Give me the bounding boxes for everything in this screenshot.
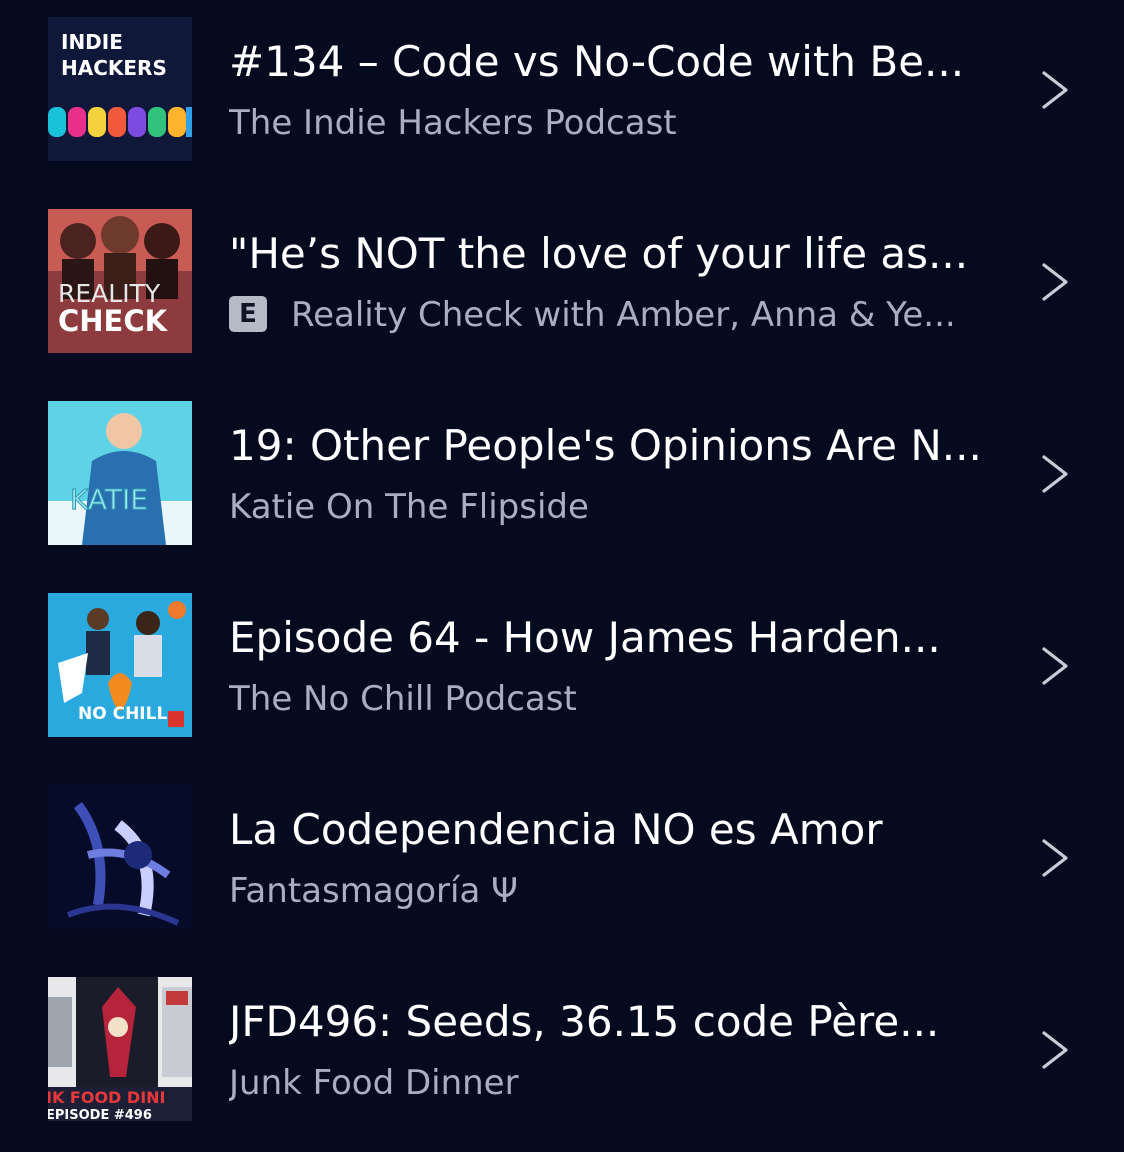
episode-row[interactable]: La Codependencia NO es Amor Fantasmagorí… — [0, 768, 1124, 960]
chevron-right-icon[interactable] — [1038, 262, 1072, 302]
podcast-name-text: Katie On The Flipside — [229, 487, 589, 527]
podcast-name: Katie On The Flipside — [229, 484, 999, 530]
artwork-text: HACKERS — [61, 56, 167, 80]
podcast-name-text: The No Chill Podcast — [229, 679, 577, 719]
artwork-text: CHECK — [58, 304, 169, 338]
chevron-right-icon[interactable] — [1038, 1030, 1072, 1070]
artwork-text: KATIE — [70, 483, 148, 516]
episode-row[interactable]: IK FOOD DINI EPISODE #496 JFD496: Seeds,… — [0, 960, 1124, 1152]
episode-row[interactable]: REALITY CHECK "He’s NOT the love of your… — [0, 192, 1124, 384]
episode-title: #134 – Code vs No-Code with Be... — [229, 37, 965, 86]
episode-title: 19: Other People's Opinions Are N... — [229, 421, 982, 470]
podcast-artwork: REALITY CHECK — [48, 209, 192, 353]
podcast-name-text: Junk Food Dinner — [229, 1063, 519, 1103]
podcast-artwork: INDIE HACKERS — [48, 17, 192, 161]
podcast-name-text: Reality Check with Amber, Anna & Ye... — [291, 295, 956, 335]
podcast-name: Junk Food Dinner — [229, 1060, 999, 1106]
chevron-right-icon[interactable] — [1038, 838, 1072, 878]
episode-title: JFD496: Seeds, 36.15 code Père... — [229, 997, 940, 1046]
podcast-artwork: KATIE — [48, 401, 192, 545]
podcast-name-text: The Indie Hackers Podcast — [229, 103, 677, 143]
episode-list: INDIE HACKERS #134 – Code vs No-Code wit… — [0, 0, 1124, 1124]
artwork-text: IK FOOD DINI — [48, 1088, 165, 1107]
episode-row[interactable]: KATIE 19: Other People's Opinions Are N.… — [0, 384, 1124, 576]
chevron-right-icon[interactable] — [1038, 646, 1072, 686]
podcast-artwork: NO CHILL — [48, 593, 192, 737]
artwork-text: INDIE — [61, 30, 123, 54]
podcast-name: E Reality Check with Amber, Anna & Ye... — [229, 292, 999, 338]
chevron-right-icon[interactable] — [1038, 70, 1072, 110]
artwork-text: NO CHILL — [78, 704, 167, 724]
episode-row[interactable]: INDIE HACKERS #134 – Code vs No-Code wit… — [0, 0, 1124, 192]
artwork-text: EPISODE #496 — [48, 1108, 152, 1121]
episode-title: La Codependencia NO es Amor — [229, 805, 883, 854]
podcast-name: The No Chill Podcast — [229, 676, 999, 722]
podcast-name: Fantasmagoría Ψ — [229, 868, 999, 914]
podcast-artwork: IK FOOD DINI EPISODE #496 — [48, 977, 192, 1121]
explicit-badge: E — [229, 296, 267, 332]
episode-title: Episode 64 - How James Harden... — [229, 613, 941, 662]
episode-title: "He’s NOT the love of your life as... — [229, 229, 969, 278]
podcast-name-text: Fantasmagoría Ψ — [229, 871, 518, 911]
podcast-artwork — [48, 785, 192, 929]
chevron-right-icon[interactable] — [1038, 454, 1072, 494]
episode-row[interactable]: NO CHILL Episode 64 - How James Harden..… — [0, 576, 1124, 768]
podcast-name: The Indie Hackers Podcast — [229, 100, 999, 146]
